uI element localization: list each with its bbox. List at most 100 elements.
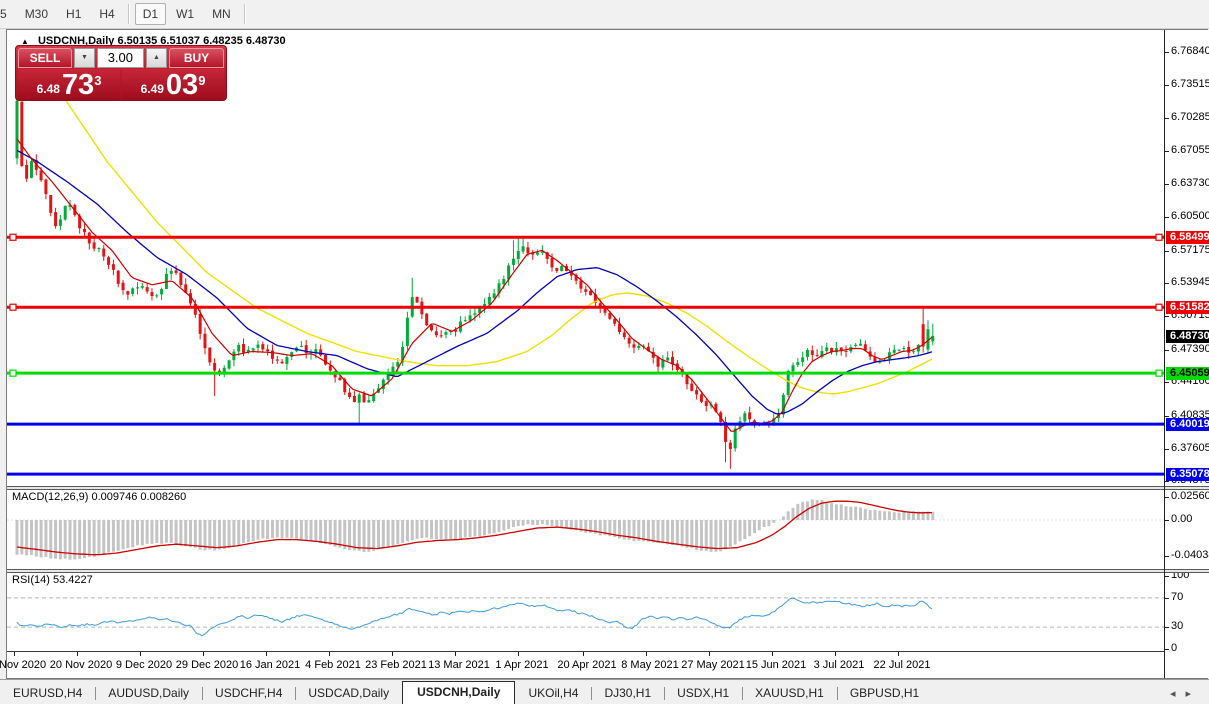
price-marker-badge: 6.35078 xyxy=(1166,468,1209,481)
axis-tick xyxy=(1165,184,1169,185)
price-axis-label: 6.70285 xyxy=(1171,111,1209,123)
tab-dj30[interactable]: DJ30,H1 xyxy=(591,683,664,704)
line-handle xyxy=(1156,304,1162,310)
tab-usdcnh-active[interactable]: USDCNH,Daily xyxy=(402,681,515,704)
axis-tick xyxy=(1165,520,1169,521)
time-axis-tick xyxy=(898,652,899,656)
price-axis-label: 6.60500 xyxy=(1171,210,1209,222)
price-marker-badge: 6.48730 xyxy=(1166,330,1209,343)
sell-price-pips: 73 xyxy=(62,72,94,99)
time-axis-tick xyxy=(583,652,584,656)
rsi-indicator-pane[interactable] xyxy=(7,571,1164,651)
timeframe-h4[interactable]: H4 xyxy=(91,3,122,25)
timeframe-m30[interactable]: M30 xyxy=(17,3,56,25)
tab-xauusd[interactable]: XAUUSD,H1 xyxy=(742,683,837,704)
buy-price-point: 9 xyxy=(198,73,205,88)
buy-price-base: 6.49 xyxy=(141,82,164,96)
rsi-line xyxy=(17,598,932,636)
axis-tick xyxy=(1165,350,1169,351)
axis-tick xyxy=(1165,481,1169,482)
axis-tick xyxy=(1165,118,1169,119)
sell-price-display[interactable]: 6.48 73 3 xyxy=(18,69,120,100)
date-label: 16 Jan 2021 xyxy=(240,659,301,671)
axis-divider xyxy=(7,651,1207,652)
candles xyxy=(16,92,935,469)
date-label: 1 Apr 2021 xyxy=(495,659,548,671)
timeframe-d1[interactable]: D1 xyxy=(135,3,166,25)
axis-tick xyxy=(1165,151,1169,152)
volume-decrease-button[interactable]: ▼ xyxy=(74,48,95,68)
price-axis[interactable]: 6.768406.735156.702856.670556.637306.605… xyxy=(1164,30,1209,678)
price-axis-label: 6.37605 xyxy=(1171,442,1209,454)
pane-splitter[interactable] xyxy=(7,486,1207,490)
axis-tick xyxy=(1165,217,1169,218)
macd-scale-label: 0.025609 xyxy=(1171,490,1209,502)
time-axis-tick xyxy=(329,652,330,656)
buy-price-pips: 03 xyxy=(166,72,198,99)
tab-audusd[interactable]: AUDUSD,Daily xyxy=(95,683,202,704)
tab-scroll-arrows[interactable]: ◂▸ xyxy=(1170,687,1201,700)
timeframe-m15[interactable]: 5 xyxy=(0,3,15,25)
tab-usdcad[interactable]: USDCAD,Daily xyxy=(295,683,402,704)
date-label: 15 Jun 2021 xyxy=(746,659,807,671)
buy-price-display[interactable]: 6.49 03 9 xyxy=(122,69,224,100)
axis-tick xyxy=(1165,649,1169,650)
tab-gbpusd[interactable]: GBPUSD,H1 xyxy=(837,683,932,704)
line-handle xyxy=(10,370,16,376)
time-axis-tick xyxy=(518,652,519,656)
line-handle xyxy=(10,234,16,240)
macd-label: MACD(12,26,9) 0.009746 0.008260 xyxy=(12,491,186,503)
chart-tab-bar: EURUSD,H4 AUDUSD,Daily USDCHF,H4 USDCAD,… xyxy=(0,679,1209,704)
toolbar-separator xyxy=(244,4,246,24)
tab-usdx[interactable]: USDX,H1 xyxy=(664,683,742,704)
one-click-trading-panel: SELL ▼ 3.00 ▲ BUY 6.48 73 3 6.49 03 9 xyxy=(15,45,227,101)
tab-eurusd[interactable]: EURUSD,H4 xyxy=(0,683,95,704)
timeframe-toolbar: 5 M30 H1 H4 D1 W1 MN xyxy=(0,0,1209,29)
line-handle xyxy=(1156,234,1162,240)
time-axis-tick xyxy=(646,652,647,656)
plot-area[interactable]: 2 Nov 202020 Nov 20209 Dec 202029 Dec 20… xyxy=(7,30,1164,678)
price-marker-badge: 6.58499 xyxy=(1166,231,1209,244)
price-axis-label: 6.73515 xyxy=(1171,78,1209,90)
date-label: 3 Jul 2021 xyxy=(814,659,865,671)
sell-price-point: 3 xyxy=(94,73,101,88)
price-marker-badge: 6.40019 xyxy=(1166,418,1209,431)
sell-price-base: 6.48 xyxy=(37,82,60,96)
axis-tick xyxy=(1165,576,1169,577)
rsi-label: RSI(14) 53.4227 xyxy=(12,574,93,586)
tab-scroll-right-icon[interactable]: ▸ xyxy=(1185,688,1201,700)
date-label: 29 Dec 2020 xyxy=(176,659,238,671)
timeframe-w1[interactable]: W1 xyxy=(168,3,202,25)
chart-window: 2 Nov 202020 Nov 20209 Dec 202029 Dec 20… xyxy=(6,29,1208,679)
timeframe-h1[interactable]: H1 xyxy=(58,3,89,25)
volume-increase-button[interactable]: ▲ xyxy=(146,48,167,68)
price-axis-label: 6.63730 xyxy=(1171,177,1209,189)
date-label: 27 May 2021 xyxy=(681,659,745,671)
sell-button[interactable]: SELL xyxy=(18,48,72,68)
time-axis-tick xyxy=(203,652,204,656)
time-axis[interactable]: 2 Nov 202020 Nov 20209 Dec 202029 Dec 20… xyxy=(7,652,1164,678)
price-axis-label: 6.53945 xyxy=(1171,276,1209,288)
tab-usdchf[interactable]: USDCHF,H4 xyxy=(202,683,295,704)
axis-tick xyxy=(1165,382,1169,383)
axis-tick xyxy=(1165,52,1169,53)
tab-ukoil[interactable]: UKOil,H4 xyxy=(515,683,591,704)
pane-splitter[interactable] xyxy=(7,569,1207,573)
time-axis-tick xyxy=(455,652,456,656)
tab-scroll-left-icon[interactable]: ◂ xyxy=(1170,688,1186,700)
time-axis-tick xyxy=(140,652,141,656)
date-label: 23 Feb 2021 xyxy=(365,659,427,671)
axis-tick xyxy=(1165,283,1169,284)
time-axis-tick xyxy=(392,652,393,656)
rsi-scale-label: 30 xyxy=(1171,620,1183,632)
volume-input[interactable]: 3.00 xyxy=(97,48,144,68)
time-axis-tick xyxy=(772,652,773,656)
macd-scale-label: 0.00 xyxy=(1171,513,1192,525)
price-axis-label: 6.47390 xyxy=(1171,343,1209,355)
line-handle xyxy=(10,304,16,310)
time-axis-tick xyxy=(266,652,267,656)
timeframe-mn[interactable]: MN xyxy=(204,3,239,25)
pane-splitter xyxy=(1165,569,1209,573)
buy-button[interactable]: BUY xyxy=(169,48,224,68)
axis-tick xyxy=(1165,85,1169,86)
